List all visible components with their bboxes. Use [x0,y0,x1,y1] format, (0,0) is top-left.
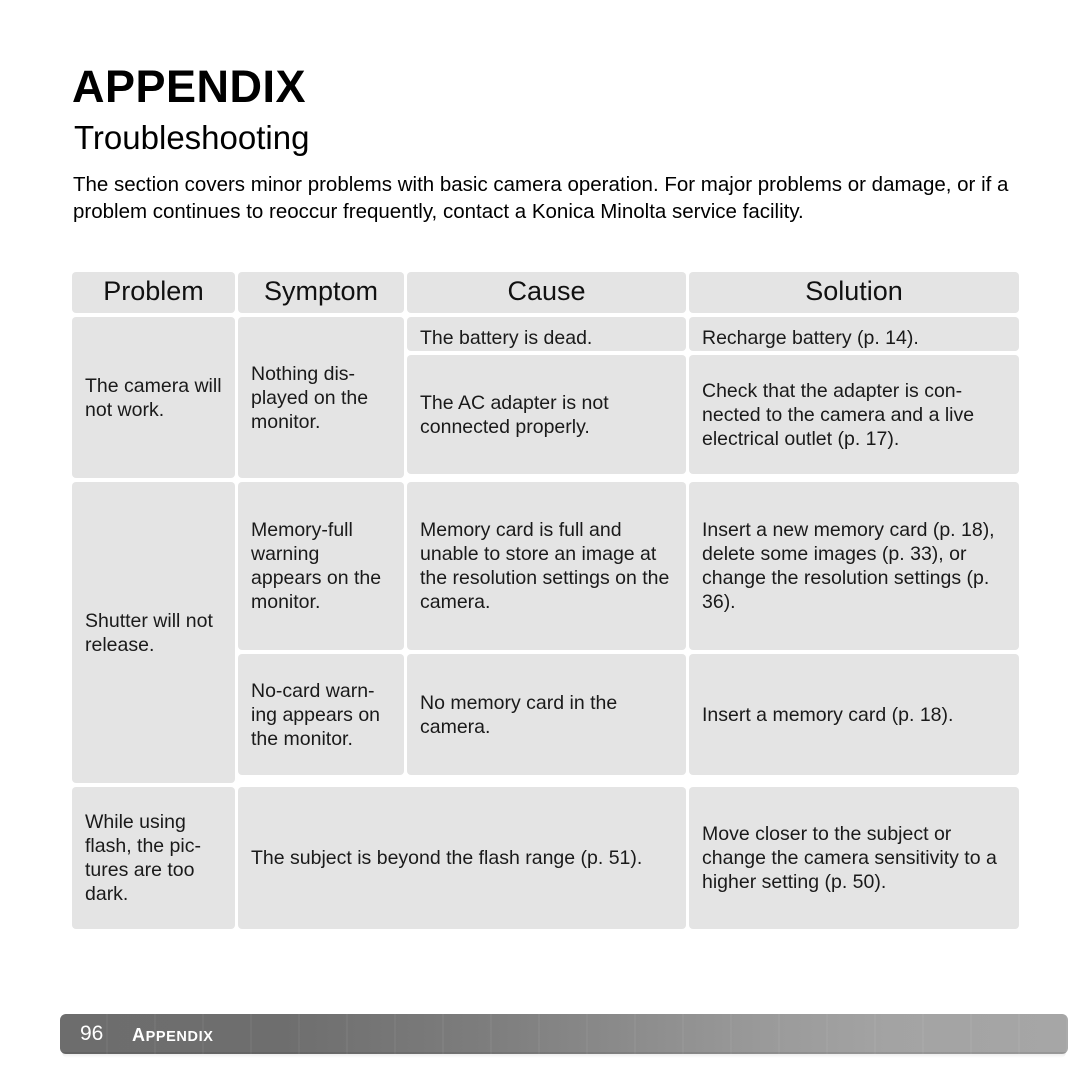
section-title: Troubleshooting [74,119,310,156]
troubleshooting-table: Problem Symptom Cause Solution The camer… [72,272,1019,933]
cell-solution: Insert a memory card (p. 18). [689,654,1019,775]
footer-shadow [62,1052,1066,1058]
cell-solution: Insert a new memory card (p. 18), delete… [689,482,1019,650]
column-header-cause: Cause [407,272,686,313]
cell-problem: Shutter will not release. [72,482,235,783]
cell-solution: Move closer to the subject or change the… [689,787,1019,929]
footer-label-smallcaps: PPENDIX [145,1029,214,1045]
table-row: Shutter will not release. Memory-full wa… [72,482,1019,787]
symptom-cause-solution-group: Memory-full warning appears on the monit… [238,482,1019,787]
cell-problem: While using flash, the pic-tures are too… [72,787,235,929]
column-header-problem: Problem [72,272,235,313]
cause-solution-group: The battery is dead. Recharge battery (p… [407,317,1019,482]
column-header-solution: Solution [689,272,1019,313]
cell-solution: Check that the adapter is con-nected to … [689,355,1019,474]
table-header-row: Problem Symptom Cause Solution [72,272,1019,317]
page-title: APPENDIX [72,61,307,112]
cell-cause: No memory card in the camera. [407,654,686,775]
table-row: While using flash, the pic-tures are too… [72,787,1019,933]
cell-symptom: No-card warn-ing appears on the monitor. [238,654,404,775]
intro-paragraph: The section covers minor problems with b… [73,173,1009,223]
page-footer-bar: 96 APPENDIX [60,1014,1068,1054]
cell-cause: Memory card is full and unable to store … [407,482,686,650]
footer-chapter-label: APPENDIX [132,1025,213,1047]
cell-solution: Recharge battery (p. 14). [689,317,1019,351]
table-row: The camera will not work. Nothing dis-pl… [72,317,1019,482]
table-subrow: The AC adapter is not connected properly… [407,355,1019,478]
document-page: APPENDIX Troubleshooting The section cov… [0,0,1080,1080]
cell-symptom: Nothing dis-played on the monitor. [238,317,404,478]
table-subrow: Memory-full warning appears on the monit… [238,482,1019,654]
cell-problem: The camera will not work. [72,317,235,478]
table-subrow: The battery is dead. Recharge battery (p… [407,317,1019,355]
column-header-symptom: Symptom [238,272,404,313]
cell-symptom: Memory-full warning appears on the monit… [238,482,404,650]
footer-page-number: 96 [80,1022,104,1045]
cell-cause: The battery is dead. [407,317,686,351]
table-subrow: No-card warn-ing appears on the monitor.… [238,654,1019,779]
cell-cause: The subject is beyond the flash range (p… [238,787,686,929]
footer-label-initial: A [132,1025,146,1045]
cell-cause: The AC adapter is not connected properly… [407,355,686,474]
